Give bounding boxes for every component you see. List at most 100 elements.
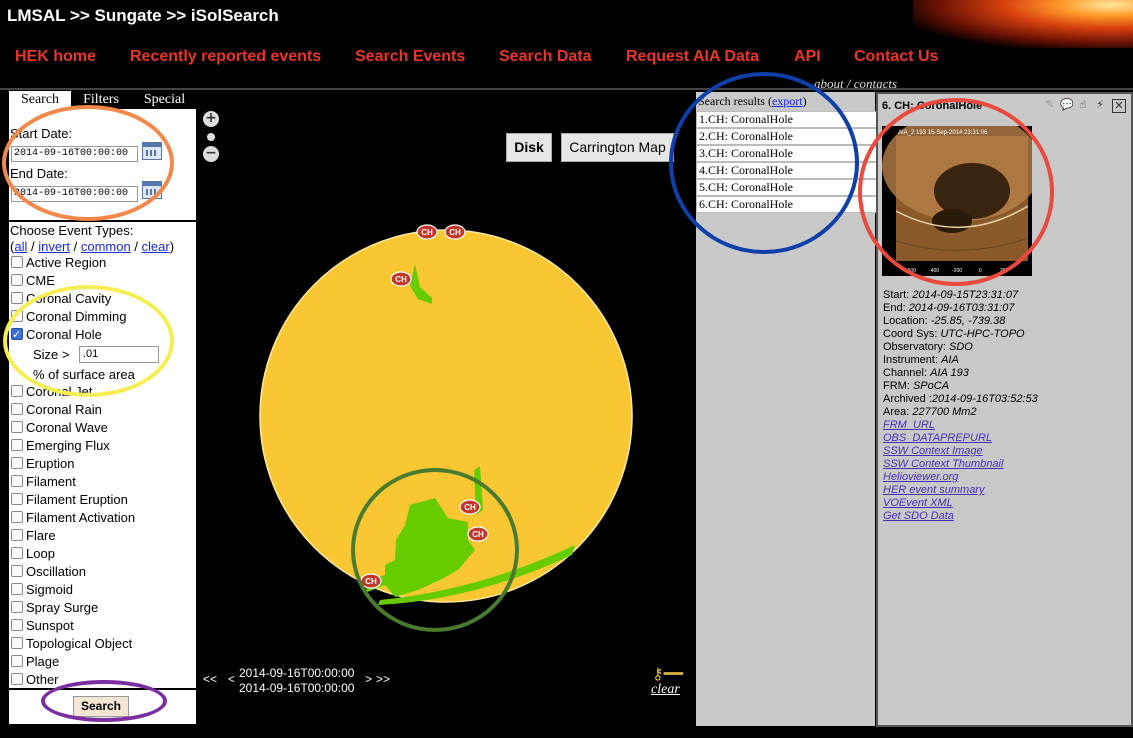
- event-type-item[interactable]: Sunspot: [11, 617, 74, 635]
- key-icon[interactable]: ⚷━━: [652, 664, 683, 684]
- tab-filters[interactable]: Filters: [73, 91, 129, 109]
- obs-dataprep-link[interactable]: OBS_DATAPREPURL: [883, 432, 992, 444]
- event-type-item[interactable]: Loop: [11, 545, 55, 563]
- prev-single-button[interactable]: <: [228, 672, 235, 686]
- clear-map-link[interactable]: clear: [651, 682, 680, 698]
- tab-search[interactable]: Search: [9, 91, 71, 109]
- checkbox[interactable]: [11, 457, 23, 469]
- result-row[interactable]: 4.CH: CoronalHole: [696, 162, 877, 179]
- ch-marker[interactable]: CH: [360, 573, 382, 589]
- get-sdo-data-link[interactable]: Get SDO Data: [883, 510, 954, 522]
- context-thumbnail[interactable]: AIA_2 193 15-Sep-2014 23:31:06 -600 -400…: [882, 126, 1032, 276]
- prev-step-button[interactable]: <<: [203, 672, 217, 686]
- disk-view-button[interactable]: Disk: [506, 133, 552, 162]
- event-type-item[interactable]: Filament Activation: [11, 509, 135, 527]
- zoom-slider-handle[interactable]: [207, 133, 215, 141]
- event-type-item[interactable]: Topological Object: [11, 635, 132, 653]
- event-type-item-coronal-hole[interactable]: Coronal Hole: [11, 326, 102, 344]
- helioviewer-link[interactable]: Helioviewer.org: [883, 471, 958, 483]
- event-type-item[interactable]: Filament Eruption: [11, 491, 128, 509]
- event-type-item[interactable]: Coronal Rain: [11, 401, 102, 419]
- checkbox[interactable]: [11, 673, 23, 685]
- start-date-input[interactable]: 2014-09-16T00:00:00: [11, 146, 138, 162]
- nav-recently-reported[interactable]: Recently reported events: [130, 48, 321, 66]
- tab-special[interactable]: Special: [133, 91, 196, 109]
- nav-search-events[interactable]: Search Events: [355, 48, 465, 66]
- ch-marker[interactable]: CH: [390, 271, 412, 287]
- result-row[interactable]: 1.CH: CoronalHole: [696, 111, 877, 128]
- end-calendar-icon[interactable]: [142, 181, 162, 199]
- nav-request-aia[interactable]: Request AIA Data: [626, 48, 759, 66]
- event-type-item[interactable]: Flare: [11, 527, 56, 545]
- common-link[interactable]: common: [81, 239, 131, 254]
- result-row[interactable]: 2.CH: CoronalHole: [696, 128, 877, 145]
- checkbox[interactable]: [11, 601, 23, 613]
- checkbox[interactable]: [11, 475, 23, 487]
- event-type-item[interactable]: Coronal Dimming: [11, 308, 126, 326]
- next-step-button[interactable]: >>: [376, 672, 390, 686]
- checkbox[interactable]: [11, 439, 23, 451]
- search-button[interactable]: Search: [73, 696, 129, 717]
- ssw-context-thumbnail-link[interactable]: SSW Context Thumbnail: [883, 458, 1003, 470]
- pin-icon[interactable]: ✎: [1044, 99, 1056, 111]
- voevent-xml-link[interactable]: VOEvent XML: [883, 497, 953, 509]
- her-event-summary-link[interactable]: HER event summary: [883, 484, 984, 496]
- event-type-item[interactable]: Oscillation: [11, 563, 86, 581]
- ch-marker[interactable]: CH: [444, 224, 466, 240]
- checkbox[interactable]: [11, 511, 23, 523]
- end-date-input[interactable]: 2014-09-16T00:00:00: [11, 186, 138, 202]
- comment-icon[interactable]: 💬: [1060, 99, 1074, 111]
- result-row[interactable]: 3.CH: CoronalHole: [696, 145, 877, 162]
- checkbox[interactable]: [11, 619, 23, 631]
- checkbox[interactable]: [11, 583, 23, 595]
- event-type-item[interactable]: Filament: [11, 473, 76, 491]
- solar-disk-map[interactable]: CH CH CH CH CH CH: [200, 160, 695, 660]
- event-type-item[interactable]: Eruption: [11, 455, 74, 473]
- checkbox[interactable]: [11, 403, 23, 415]
- next-single-button[interactable]: >: [365, 672, 372, 686]
- ch-marker[interactable]: CH: [459, 499, 481, 515]
- event-type-item[interactable]: Sigmoid: [11, 581, 73, 599]
- checkbox[interactable]: [11, 421, 23, 433]
- checkbox[interactable]: [11, 493, 23, 505]
- checkbox[interactable]: [11, 256, 23, 268]
- checkbox[interactable]: [11, 565, 23, 577]
- checkbox-checked[interactable]: [11, 326, 23, 344]
- frm-url-link[interactable]: FRM_URL: [883, 419, 935, 431]
- checkbox[interactable]: [11, 310, 23, 322]
- nav-contact-us[interactable]: Contact Us: [854, 48, 938, 66]
- select-all-link[interactable]: all: [14, 239, 27, 254]
- zoom-in-icon[interactable]: +: [203, 111, 219, 127]
- event-type-item[interactable]: Active Region: [11, 254, 106, 272]
- clear-link[interactable]: clear: [142, 239, 170, 254]
- close-icon[interactable]: ✕: [1112, 99, 1126, 113]
- nav-hek-home[interactable]: HEK home: [15, 48, 96, 66]
- event-type-item[interactable]: Emerging Flux: [11, 437, 110, 455]
- event-type-item[interactable]: Plage: [11, 653, 59, 671]
- size-input[interactable]: .01: [79, 346, 159, 363]
- ch-marker[interactable]: CH: [467, 526, 489, 542]
- hand-icon[interactable]: ☝: [1077, 99, 1089, 111]
- checkbox[interactable]: [11, 637, 23, 649]
- checkbox[interactable]: [11, 529, 23, 541]
- event-type-item[interactable]: Coronal Jet: [11, 383, 92, 401]
- start-calendar-icon[interactable]: [142, 142, 162, 160]
- nav-search-data[interactable]: Search Data: [499, 48, 592, 66]
- checkbox[interactable]: [11, 274, 23, 286]
- invert-link[interactable]: invert: [38, 239, 70, 254]
- result-row[interactable]: 5.CH: CoronalHole: [696, 179, 877, 196]
- event-type-item[interactable]: Spray Surge: [11, 599, 98, 617]
- ssw-context-image-link[interactable]: SSW Context Image: [883, 445, 983, 457]
- event-type-item[interactable]: Other: [11, 671, 59, 689]
- result-row[interactable]: 6.CH: CoronalHole: [696, 196, 877, 213]
- nav-api[interactable]: API: [794, 48, 821, 66]
- event-type-item[interactable]: Coronal Wave: [11, 419, 108, 437]
- checkbox[interactable]: [11, 292, 23, 304]
- export-link[interactable]: export: [772, 94, 803, 108]
- checkbox[interactable]: [11, 655, 23, 667]
- lightning-icon[interactable]: ⚡: [1094, 99, 1106, 111]
- checkbox[interactable]: [11, 547, 23, 559]
- carrington-map-button[interactable]: Carrington Map: [561, 133, 674, 162]
- event-type-item[interactable]: CME: [11, 272, 55, 290]
- event-type-item[interactable]: Coronal Cavity: [11, 290, 111, 308]
